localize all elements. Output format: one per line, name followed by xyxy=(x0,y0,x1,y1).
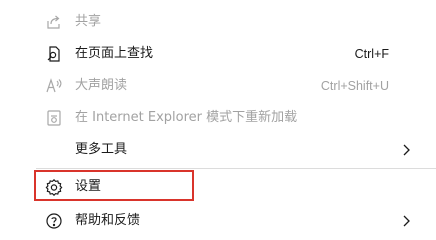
help-icon xyxy=(45,212,63,230)
shortcut-text: Ctrl+F xyxy=(354,47,389,61)
shortcut-text: Ctrl+Shift+U xyxy=(320,79,389,93)
menu-divider xyxy=(36,168,436,169)
menu-item-share: 共享 xyxy=(0,7,436,37)
context-menu: 共享 在页面上查找 Ctrl+F 大声朗读 Ctrl+Shift+U 在 Int… xyxy=(0,0,436,234)
share-icon xyxy=(45,13,63,31)
menu-item-label: 在页面上查找 xyxy=(75,46,154,61)
menu-item-label: 共享 xyxy=(75,14,102,29)
menu-item-label: 更多工具 xyxy=(75,142,128,157)
menu-item-more-tools[interactable]: 更多工具 xyxy=(0,135,436,165)
ie-mode-icon xyxy=(45,109,63,127)
highlight-box xyxy=(34,170,194,201)
menu-item-find-on-page[interactable]: 在页面上查找 Ctrl+F xyxy=(0,39,436,69)
chevron-right-icon xyxy=(401,214,411,228)
menu-item-label: 帮助和反馈 xyxy=(75,213,141,228)
menu-item-label: 在 Internet Explorer 模式下重新加载 xyxy=(75,110,298,125)
chevron-right-icon xyxy=(401,143,411,157)
menu-item-read-aloud: 大声朗读 Ctrl+Shift+U xyxy=(0,71,436,101)
read-aloud-icon xyxy=(45,77,63,95)
menu-item-label: 大声朗读 xyxy=(75,78,128,93)
find-icon xyxy=(45,45,63,63)
menu-item-ie-mode: 在 Internet Explorer 模式下重新加载 xyxy=(0,103,436,133)
menu-item-help-feedback[interactable]: 帮助和反馈 xyxy=(0,206,436,236)
